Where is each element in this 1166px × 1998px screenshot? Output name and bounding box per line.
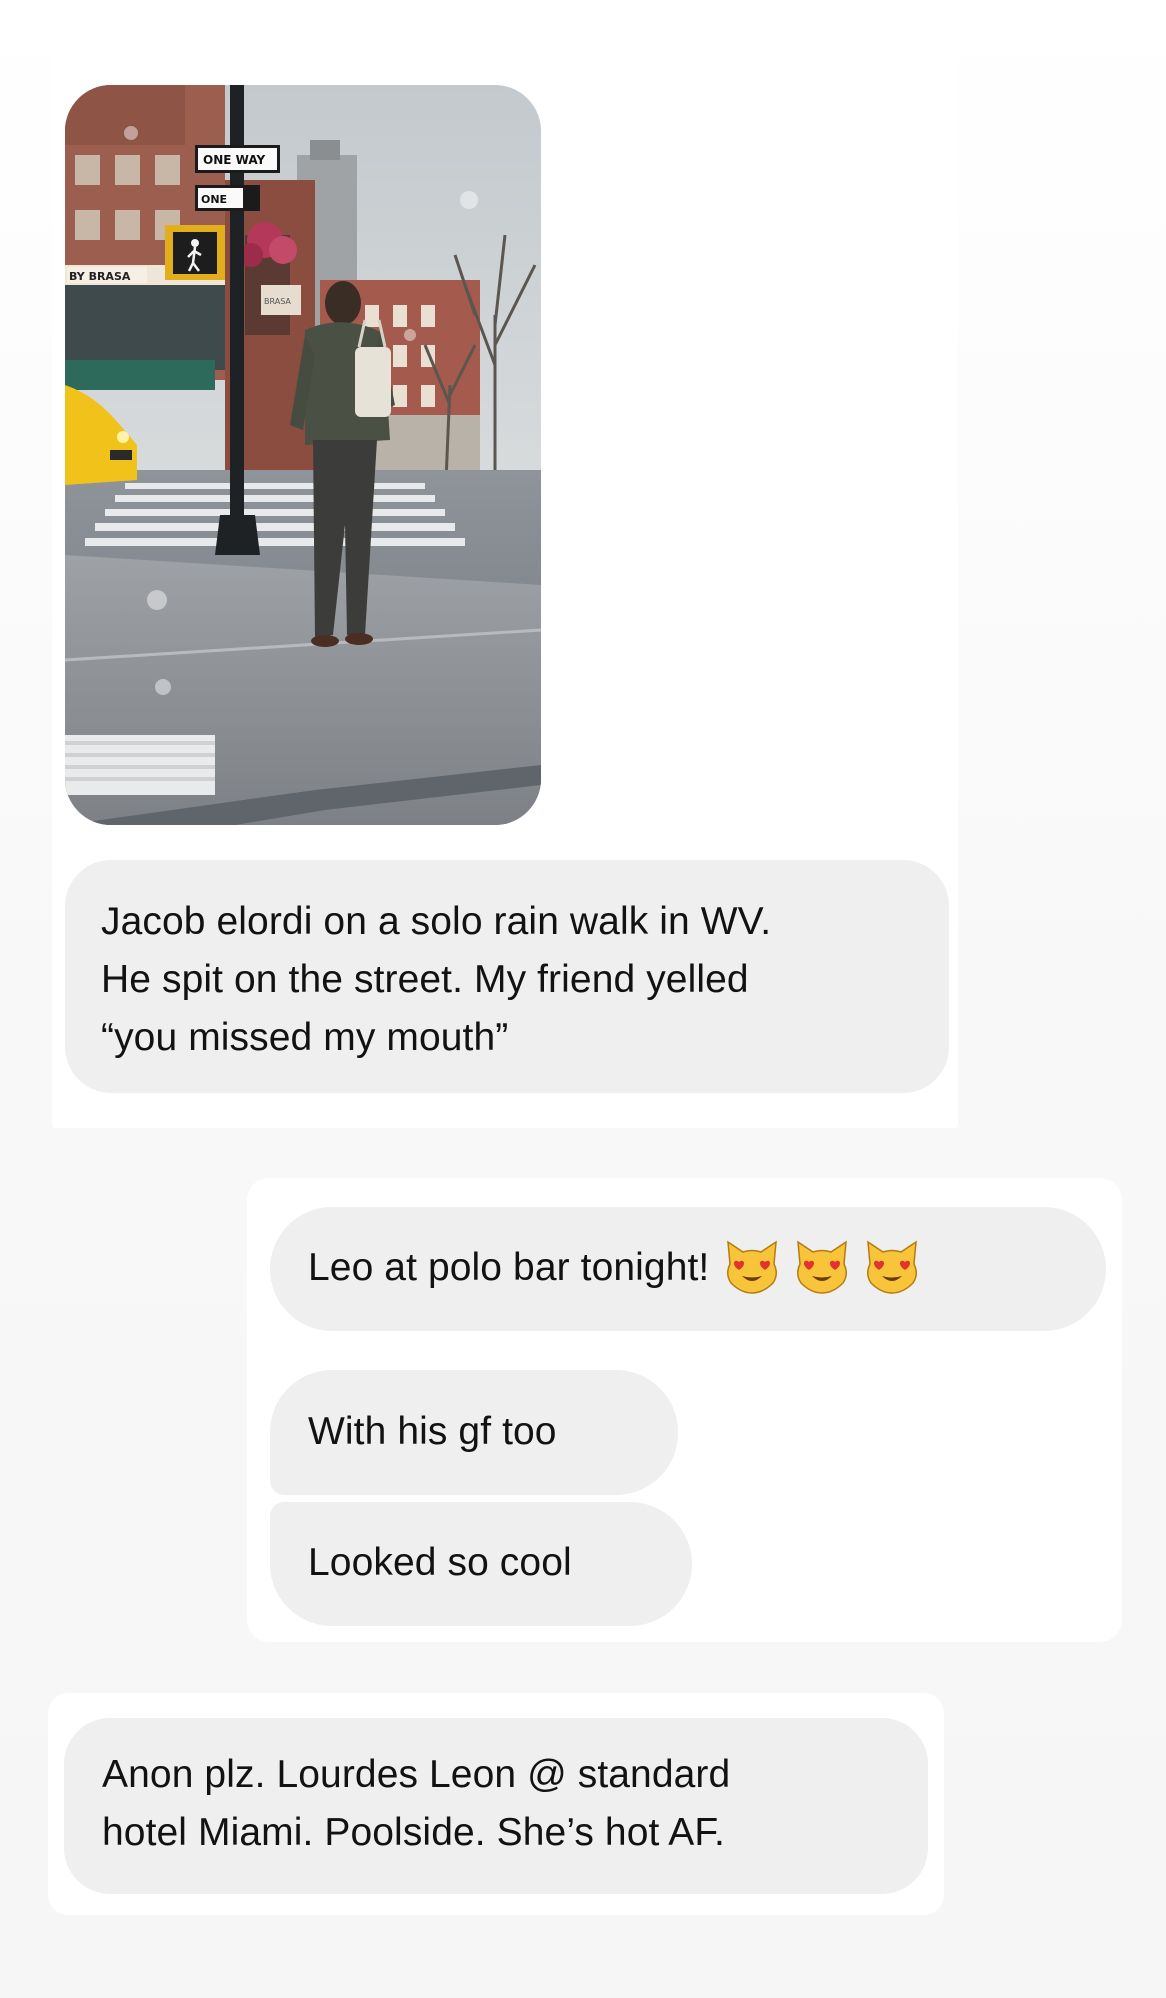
heart-eyes-cat-icon bbox=[797, 1240, 848, 1294]
message-bubble-leo[interactable]: Leo at polo bar tonight! bbox=[270, 1207, 1106, 1331]
emoji-row bbox=[723, 1236, 933, 1296]
message-line: hotel Miami. Poolside. She’s hot AF. bbox=[102, 1811, 725, 1854]
message-line: Anon plz. Lourdes Leon @ standard bbox=[102, 1753, 731, 1796]
message-text: With his gf too bbox=[308, 1410, 557, 1453]
storefront-sign-text: BY BRASA bbox=[69, 270, 131, 283]
one-way-sign-text: ONE WAY bbox=[203, 153, 265, 167]
one-sign-text: ONE bbox=[201, 193, 227, 206]
heart-eyes-cat-icon bbox=[867, 1240, 918, 1294]
message-text: Leo at polo bar tonight! bbox=[308, 1246, 710, 1289]
message-line: He spit on the street. My friend yelled bbox=[101, 958, 749, 1001]
message-line: Jacob elordi on a solo rain walk in WV. bbox=[101, 900, 772, 943]
message-line: “you missed my mouth” bbox=[101, 1016, 509, 1059]
message-bubble-lourdes[interactable]: Anon plz. Lourdes Leon @ standard hotel … bbox=[64, 1718, 928, 1894]
message-text: Looked so cool bbox=[308, 1541, 572, 1584]
street-photo[interactable]: BY BRASA BRASA ONE WAY ONE bbox=[65, 85, 541, 825]
heart-eyes-cat-icon bbox=[727, 1240, 778, 1294]
message-bubble-gf[interactable]: With his gf too bbox=[270, 1370, 678, 1495]
message-bubble-jacob[interactable]: Jacob elordi on a solo rain walk in WV. … bbox=[65, 860, 949, 1093]
message-bubble-cool[interactable]: Looked so cool bbox=[270, 1502, 692, 1626]
awning-sign-text: BRASA bbox=[264, 297, 291, 306]
